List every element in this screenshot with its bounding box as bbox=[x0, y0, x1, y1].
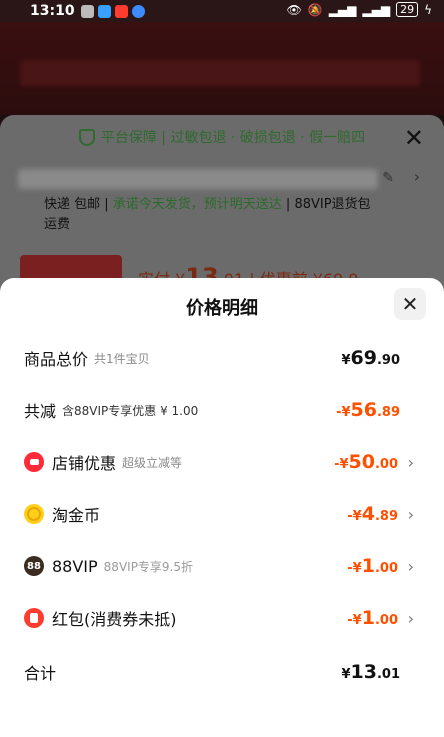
row-grand-total: 合计 ¥13.01 bbox=[24, 658, 420, 686]
shield-icon bbox=[78, 128, 95, 146]
row-sub: 含88VIP专享优惠 ¥ 1.00 bbox=[62, 403, 199, 418]
guarantee-text: 平台保障 | 过敏包退 · 破损包退 · 假一赔四 bbox=[100, 130, 366, 146]
app-notification-icon bbox=[131, 4, 145, 18]
shipping-fee: 运费 bbox=[44, 217, 71, 232]
hourglass-icon bbox=[80, 4, 94, 18]
coin-icon bbox=[24, 504, 44, 524]
status-bar: 13:10 👁 🔕 ▂▄▆ ▂▄▆ 29 ϟ bbox=[0, 0, 444, 22]
shipping-promise: 承诺今天发货，预计明天送达 bbox=[112, 197, 282, 212]
chevron-right-icon: › bbox=[407, 504, 414, 524]
vip-return: | 88VIP退货包 bbox=[281, 197, 371, 212]
eye-icon: 👁 bbox=[286, 2, 302, 17]
chevron-right-icon: › bbox=[407, 608, 414, 628]
row-amount: -¥50.00 bbox=[334, 451, 398, 473]
row-label: 合计 bbox=[24, 664, 57, 683]
status-right: 👁 🔕 ▂▄▆ ▂▄▆ 29 ϟ bbox=[287, 2, 432, 17]
price-detail-sheet: 价格明细 ✕ 商品总价 共1件宝贝 ¥69.90 共减 含88VIP专享优惠 ¥… bbox=[0, 278, 444, 737]
chevron-right-icon: › bbox=[407, 556, 414, 576]
signal-icon: ▂▄▆ bbox=[362, 2, 391, 17]
row-amount: -¥1.00 bbox=[347, 607, 398, 629]
close-icon[interactable]: ✕ bbox=[404, 124, 424, 152]
row-label: 店铺优惠 bbox=[52, 454, 117, 473]
background-banner bbox=[0, 22, 444, 115]
shipping-text: 快递 包邮 | bbox=[44, 197, 113, 212]
row-label: 淘金币 bbox=[52, 506, 101, 525]
app-notification-icon bbox=[114, 4, 128, 18]
row-red-packet[interactable]: 红包(消费券未抵) -¥1.00 › bbox=[24, 604, 420, 632]
row-taojinbi[interactable]: 淘金币 -¥4.89 › bbox=[24, 500, 420, 528]
blurred-content bbox=[20, 60, 420, 86]
red-packet-icon bbox=[24, 608, 44, 628]
order-sheet-background: 平台保障 | 过敏包退 · 破损包退 · 假一赔四 ✕ ✎ › 快递 包邮 | … bbox=[0, 115, 444, 305]
row-label: 红包(消费券未抵) bbox=[52, 610, 177, 629]
app-notification-icon bbox=[97, 4, 111, 18]
row-amount: -¥1.00 bbox=[347, 555, 398, 577]
row-amount: ¥13.01 bbox=[341, 661, 400, 683]
row-amount: ¥69.90 bbox=[341, 347, 400, 369]
chevron-right-icon[interactable]: › bbox=[414, 167, 420, 186]
row-88vip[interactable]: 88 88VIP 88VIP专享9.5折 -¥1.00 › bbox=[24, 552, 420, 580]
shop-coupon-icon bbox=[24, 452, 44, 472]
shipping-info: 快递 包邮 | 承诺今天发货，预计明天送达 | 88VIP退货包 运费 bbox=[44, 195, 404, 235]
vip-icon: 88 bbox=[24, 556, 44, 576]
address-blurred bbox=[18, 169, 378, 189]
row-total-discount: 共减 含88VIP专享优惠 ¥ 1.00 -¥56.89 bbox=[24, 396, 420, 424]
row-label: 共减 bbox=[24, 402, 57, 421]
signal-icon: ▂▄▆ bbox=[328, 2, 357, 17]
close-icon: ✕ bbox=[401, 292, 419, 316]
notification-icons bbox=[80, 4, 145, 18]
row-sub: 共1件宝贝 bbox=[94, 351, 150, 366]
row-sub: 超级立减等 bbox=[122, 455, 183, 470]
row-shop-discount[interactable]: 店铺优惠 超级立减等 -¥50.00 › bbox=[24, 448, 420, 476]
charging-icon: ϟ bbox=[424, 2, 432, 17]
edit-icon[interactable]: ✎ bbox=[382, 170, 394, 186]
mute-icon: 🔕 bbox=[307, 2, 323, 17]
battery-icon: 29 bbox=[396, 2, 419, 17]
row-amount: -¥4.89 bbox=[347, 503, 398, 525]
row-sub: 88VIP专享9.5折 bbox=[103, 559, 194, 574]
status-time: 13:10 bbox=[30, 3, 75, 19]
row-amount: -¥56.89 bbox=[336, 399, 400, 421]
chevron-right-icon: › bbox=[407, 452, 414, 472]
row-label: 商品总价 bbox=[24, 350, 89, 369]
close-button[interactable]: ✕ bbox=[394, 288, 426, 320]
row-item-total: 商品总价 共1件宝贝 ¥69.90 bbox=[24, 344, 420, 372]
sheet-title: 价格明细 bbox=[186, 298, 258, 319]
row-label: 88VIP bbox=[52, 556, 98, 576]
platform-guarantee: 平台保障 | 过敏包退 · 破损包退 · 假一赔四 bbox=[0, 115, 444, 159]
